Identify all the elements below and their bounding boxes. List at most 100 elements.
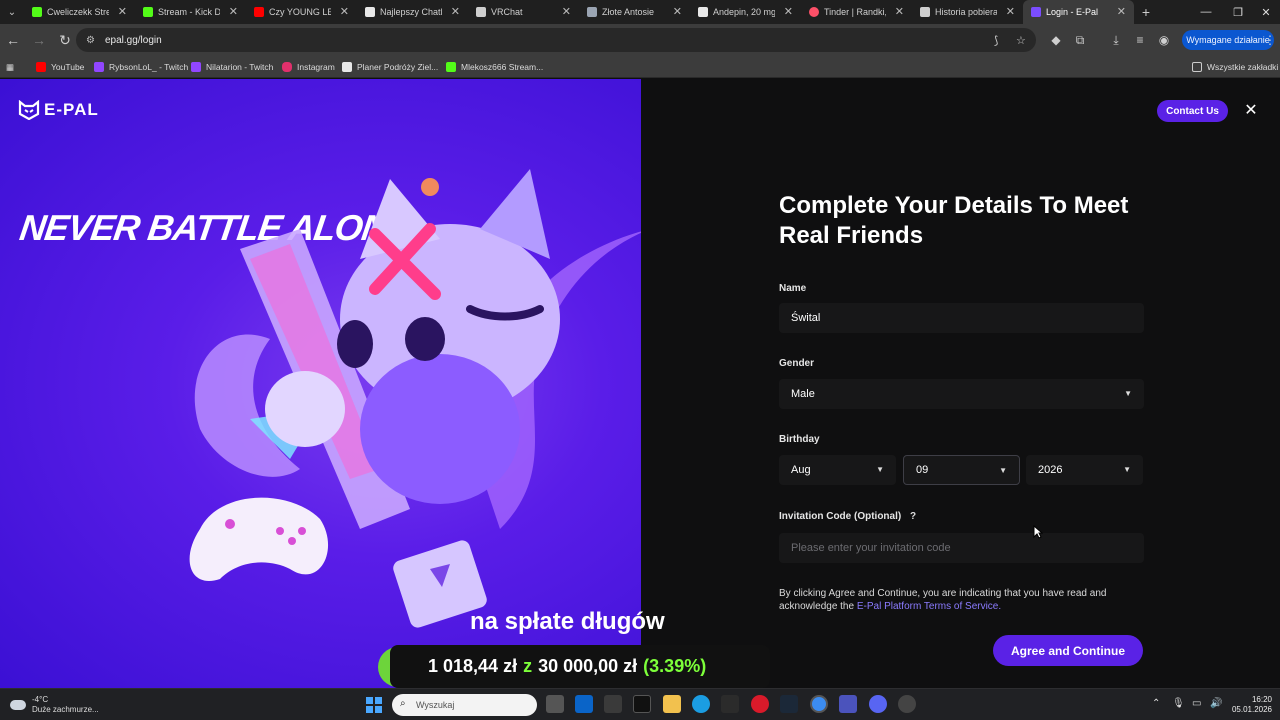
close-tab-icon[interactable]: ✕ xyxy=(673,5,682,18)
invitation-placeholder: Please enter your invitation code xyxy=(791,542,951,554)
donation-goal: 30 000,00 zł xyxy=(538,656,638,676)
close-tab-icon[interactable]: ✕ xyxy=(340,5,349,18)
terms-notice: By clicking Agree and Continue, you are … xyxy=(779,588,1107,612)
back-icon[interactable]: ← xyxy=(0,27,26,53)
hero-panel: E-PAL NEVER BATTLE ALONE xyxy=(0,79,641,688)
apps-grid-icon[interactable]: ▦ xyxy=(6,60,14,74)
close-tab-icon[interactable]: ✕ xyxy=(562,5,571,18)
address-bar[interactable]: ⚙ epal.gg/login ⟆ ☆ xyxy=(76,28,1036,52)
menu-dots-icon[interactable]: ⋮ xyxy=(1260,30,1280,50)
tab[interactable]: Najlepszy ChatBot✕ xyxy=(357,0,468,24)
tab[interactable]: Stream - Kick Dash✕ xyxy=(135,0,246,24)
task-view-icon[interactable] xyxy=(546,695,564,713)
extension-icon[interactable]: ◆ xyxy=(1046,30,1066,50)
network-icon[interactable]: ▭ xyxy=(1192,698,1201,709)
tab-favicon xyxy=(920,7,930,17)
bookmark-planner[interactable]: Planer Podróży Ziel... xyxy=(342,60,438,74)
tab-favicon xyxy=(698,7,708,17)
close-tab-icon[interactable]: ✕ xyxy=(451,5,460,18)
translate-icon[interactable]: ⟆ xyxy=(994,34,998,47)
close-tab-icon[interactable]: ✕ xyxy=(229,5,238,18)
birthday-month-select[interactable]: Aug ▼ xyxy=(779,455,896,485)
tab[interactable]: Czy YOUNG LEOS✕ xyxy=(246,0,357,24)
tab-favicon xyxy=(1031,7,1041,17)
bookmark-twitch[interactable]: RybsonLoL_ - Twitch xyxy=(94,60,188,74)
chevron-down-icon: ▼ xyxy=(1123,465,1131,474)
gender-value: Male xyxy=(791,388,815,400)
birthday-year-value: 2026 xyxy=(1038,464,1063,476)
birthday-year-select[interactable]: 2026 ▼ xyxy=(1026,455,1143,485)
mascot-illustration xyxy=(189,169,641,628)
epal-logo[interactable]: E-PAL xyxy=(18,100,99,120)
app-icon[interactable] xyxy=(721,695,739,713)
agree-and-continue-button[interactable]: Agree and Continue xyxy=(993,635,1143,666)
close-tab-icon[interactable]: ✕ xyxy=(1006,5,1015,18)
download-icon[interactable]: ⤓ xyxy=(1106,30,1126,50)
contact-us-button[interactable]: Contact Us xyxy=(1157,100,1228,122)
folder-icon xyxy=(1192,62,1202,72)
close-tab-icon[interactable]: ✕ xyxy=(118,5,127,18)
page: E-PAL NEVER BATTLE ALONE na spłate długó… xyxy=(0,79,1280,688)
outlook-icon[interactable] xyxy=(575,695,593,713)
gender-select[interactable]: Male ▼ xyxy=(779,379,1144,409)
url-text[interactable]: epal.gg/login xyxy=(105,35,162,46)
system-clock[interactable]: 16:20 05.01.2026 xyxy=(1226,695,1272,715)
bookmark-kick[interactable]: Mlekosz666 Stream... xyxy=(446,60,543,74)
new-tab-button[interactable]: + xyxy=(1134,4,1158,20)
birthday-day-select[interactable]: 09 ▼ xyxy=(903,455,1020,485)
taskbar-search[interactable]: ⌕ Wyszukaj xyxy=(392,694,537,716)
name-value: Śwital xyxy=(791,312,821,324)
close-tab-icon[interactable]: ✕ xyxy=(895,5,904,18)
bookmark-instagram[interactable]: Instagram xyxy=(282,60,335,74)
close-tab-icon[interactable]: ✕ xyxy=(784,5,793,18)
minimize-icon[interactable]: — xyxy=(1190,0,1222,24)
tab-favicon xyxy=(809,7,819,17)
edge-icon[interactable] xyxy=(692,695,710,713)
weather-widget[interactable]: -4°C Duże zachmurze... xyxy=(10,695,99,715)
tab-active[interactable]: Login - E-Pal ✕ xyxy=(1023,0,1134,24)
opera-icon[interactable] xyxy=(751,695,769,713)
site-info-icon[interactable]: ⚙ xyxy=(86,35,95,46)
bookmarks-bar: ▦ YouTube RybsonLoL_ - Twitch Nilatarion… xyxy=(0,56,1280,78)
tab[interactable]: Tinder | Randki, p✕ xyxy=(801,0,912,24)
extensions-puzzle-icon[interactable]: ⧉ xyxy=(1070,30,1090,50)
profile-avatar-icon[interactable]: ◉ xyxy=(1154,30,1174,50)
donation-of: z xyxy=(523,656,533,676)
close-icon[interactable]: ✕ xyxy=(1243,102,1259,119)
tab[interactable]: Andepin, 20 mg, t✕ xyxy=(690,0,801,24)
tab-search-list-icon[interactable]: ≡ xyxy=(1130,30,1150,50)
all-bookmarks[interactable]: Wszystkie zakładki xyxy=(1192,60,1278,74)
tiktok-icon[interactable] xyxy=(633,695,651,713)
tab-search-icon[interactable]: ⌄ xyxy=(0,0,24,24)
bookmark-youtube[interactable]: YouTube xyxy=(36,60,84,74)
cloud-icon xyxy=(10,700,26,710)
terms-link[interactable]: E-Pal Platform Terms of Service. xyxy=(857,601,1001,612)
steam-icon[interactable] xyxy=(780,695,798,713)
chrome-icon[interactable] xyxy=(810,695,828,713)
invitation-label: Invitation Code (Optional) xyxy=(779,511,902,522)
window-close-icon[interactable]: ✕ xyxy=(1250,0,1280,24)
tab[interactable]: VRChat ✕ xyxy=(468,0,579,24)
name-field[interactable]: Śwital xyxy=(779,303,1144,333)
bookmark-star-icon[interactable]: ☆ xyxy=(1016,34,1026,47)
file-explorer-icon[interactable] xyxy=(663,695,681,713)
reload-icon[interactable]: ↻ xyxy=(52,27,78,53)
tab[interactable]: Historia pobieran ✕ xyxy=(912,0,1023,24)
help-icon[interactable]: ? xyxy=(910,511,916,522)
close-tab-icon[interactable]: ✕ xyxy=(1117,5,1126,18)
tab[interactable]: Cweliczekk Stream✕ xyxy=(24,0,135,24)
invitation-code-input[interactable]: Please enter your invitation code xyxy=(779,533,1144,563)
tray-chevron-icon[interactable]: ⌃ xyxy=(1152,698,1160,709)
discord-icon[interactable] xyxy=(869,695,887,713)
app-icon[interactable] xyxy=(898,695,916,713)
bookmark-twitch[interactable]: Nilatarion - Twitch xyxy=(191,60,273,74)
windows-start-icon[interactable] xyxy=(366,697,382,713)
tab[interactable]: Złote Antosie ✕ xyxy=(579,0,690,24)
chevron-down-icon: ▼ xyxy=(999,466,1007,475)
app-icon[interactable] xyxy=(604,695,622,713)
forward-icon[interactable]: → xyxy=(26,27,52,53)
teams-icon[interactable] xyxy=(839,695,857,713)
volume-icon[interactable]: 🔊 xyxy=(1210,698,1222,709)
stream-caption: na spłate długów xyxy=(470,608,665,635)
microphone-icon[interactable]: 🎙 xyxy=(1172,698,1185,709)
